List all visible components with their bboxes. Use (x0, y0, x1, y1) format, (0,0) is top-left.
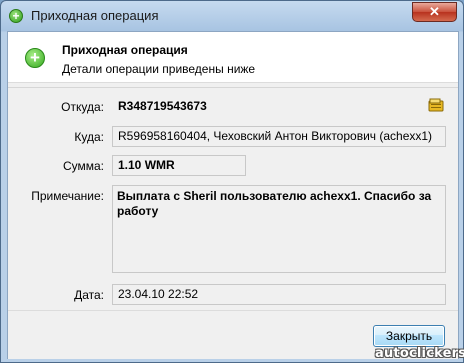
plus-circle-icon: + (25, 48, 45, 68)
dialog-window: + Приходная операция ✕ + Приходная опера… (0, 0, 464, 363)
header-subtitle: Детали операции приведены ниже (62, 62, 256, 76)
date-label: Дата: (74, 288, 104, 302)
title-bar[interactable]: + Приходная операция ✕ (1, 1, 463, 31)
close-button[interactable]: Закрыть (373, 325, 445, 347)
header-title: Приходная операция (62, 43, 188, 57)
note-field: Выплата с Sheril пользователю achexx1. С… (112, 185, 446, 273)
watermark-text: autoclickers (375, 346, 464, 361)
note-label: Примечание: (31, 189, 104, 203)
from-field: R348719543673 (118, 99, 207, 113)
wallet-icon[interactable] (428, 98, 444, 112)
from-label: Откуда: (61, 100, 104, 114)
window-title: Приходная операция (31, 8, 159, 23)
to-field: R596958160404, Чеховский Антон Викторови… (112, 126, 446, 147)
dialog-header: + Приходная операция Детали операции при… (8, 32, 458, 83)
header-separator (8, 87, 458, 88)
window-close-button[interactable]: ✕ (412, 2, 457, 22)
dialog-client-area: + Приходная операция Детали операции при… (7, 31, 459, 359)
add-icon: + (9, 9, 23, 23)
to-label: Куда: (74, 130, 104, 144)
amount-label: Сумма: (62, 159, 104, 173)
amount-field: 1.10 WMR (112, 155, 246, 176)
date-field: 23.04.10 22:52 (112, 284, 446, 305)
